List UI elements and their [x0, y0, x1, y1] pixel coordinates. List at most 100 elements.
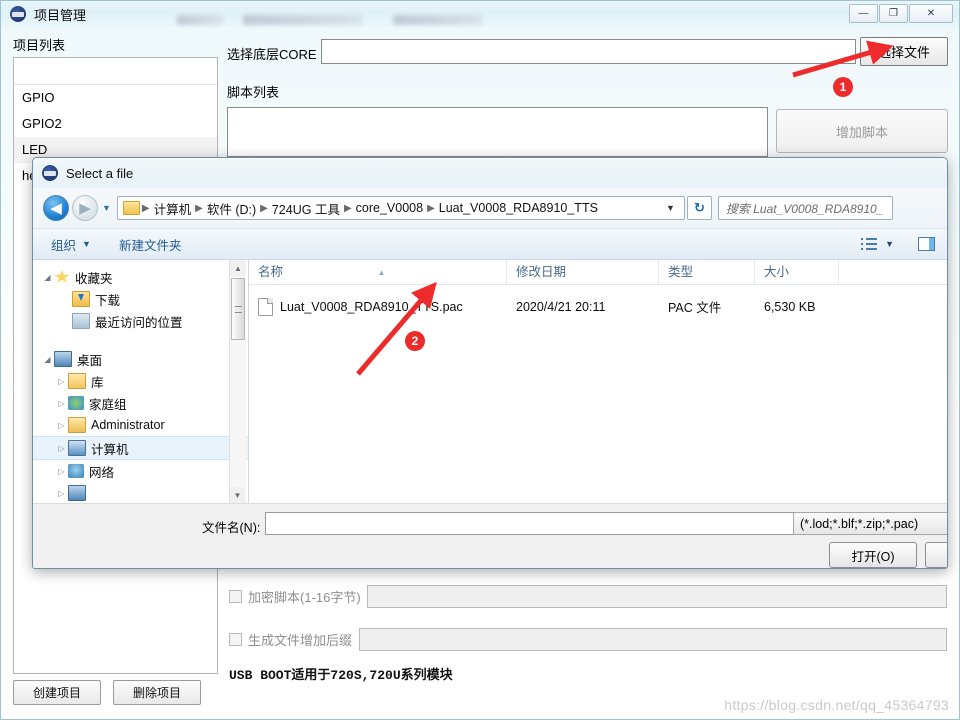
- tree-item-label: 家庭组: [89, 397, 127, 412]
- script-list[interactable]: [227, 107, 768, 157]
- maximize-button[interactable]: ❐: [879, 4, 908, 23]
- file-list-pane[interactable]: ▲ 名称 修改日期 类型 大小 Luat_V0008_RDA8910_TTS.p…: [249, 260, 947, 503]
- tree-item-libraries[interactable]: ▷ 库: [33, 370, 248, 392]
- suffix-checkbox[interactable]: [229, 633, 242, 646]
- filename-input[interactable]: ▼: [265, 512, 821, 535]
- choose-file-button[interactable]: 选择文件: [860, 37, 948, 66]
- tree-item-recent-places[interactable]: 最近访问的位置: [33, 310, 248, 332]
- open-button[interactable]: 打开(O): [829, 542, 917, 568]
- column-header-size[interactable]: 大小: [755, 260, 839, 284]
- list-item[interactable]: GPIO2: [14, 111, 217, 137]
- scrollbar-thumb[interactable]: [231, 278, 245, 340]
- breadcrumb[interactable]: ▶ 计算机 ▶ 软件 (D:) ▶ 724UG 工具 ▶ core_V0008 …: [116, 196, 685, 220]
- list-item[interactable]: GPIO: [14, 85, 217, 111]
- back-icon[interactable]: ◀: [43, 195, 69, 221]
- search-input[interactable]: 搜索 Luat_V0008_RDA8910_: [717, 196, 893, 220]
- folder-icon: [122, 201, 140, 215]
- tree-item-label: Administrator: [91, 418, 165, 432]
- file-type-filter[interactable]: (*.lod;*.blf;*.zip;*.pac): [793, 512, 947, 535]
- breadcrumb-item-4[interactable]: Luat_V0008_RDA8910_TTS: [435, 201, 602, 215]
- suffix-checkbox-row[interactable]: 生成文件增加后缀: [229, 630, 352, 649]
- breadcrumb-item-1[interactable]: 软件 (D:): [203, 199, 260, 218]
- dialog-title: Select a file: [66, 165, 134, 181]
- user-folder-icon: [68, 417, 86, 433]
- dialog-footer: 文件名(N): ▼ (*.lod;*.blf;*.zip;*.pac) 打开(O…: [33, 503, 947, 568]
- encrypt-key-input[interactable]: [367, 585, 947, 608]
- network-icon: [68, 464, 84, 478]
- encrypt-script-label: 加密脚本(1-16字节): [248, 590, 361, 605]
- organize-button[interactable]: 组织: [51, 235, 76, 254]
- create-project-button[interactable]: 创建项目: [13, 680, 101, 705]
- scroll-down-arrow-icon[interactable]: ▼: [230, 487, 245, 503]
- tree-scrollbar[interactable]: ▲ ▼: [229, 260, 246, 503]
- breadcrumb-separator: ▶: [141, 202, 150, 214]
- twisty-closed-icon[interactable]: ▷: [55, 399, 68, 408]
- column-header-modified[interactable]: 修改日期: [507, 260, 659, 284]
- twisty-closed-icon[interactable]: ▷: [55, 489, 68, 498]
- usb-boot-note: USB BOOT适用于720S,720U系列模块: [229, 668, 453, 683]
- new-folder-button[interactable]: 新建文件夹: [119, 235, 182, 254]
- view-mode-icon[interactable]: [861, 237, 878, 251]
- refresh-icon[interactable]: ↻: [686, 196, 712, 220]
- file-icon: [258, 297, 273, 316]
- column-header-name[interactable]: ▲ 名称: [249, 260, 507, 284]
- breadcrumb-item-0[interactable]: 计算机: [150, 199, 196, 218]
- file-name: Luat_V0008_RDA8910_TTS.pac: [280, 299, 463, 314]
- twisty-closed-icon[interactable]: ▷: [55, 467, 68, 476]
- breadcrumb-item-2[interactable]: 724UG 工具: [268, 199, 344, 218]
- chevron-down-icon[interactable]: ▼: [666, 203, 675, 213]
- script-list-label: 脚本列表: [227, 85, 280, 100]
- tree-item-label: 网络: [89, 465, 115, 480]
- scroll-up-arrow-icon[interactable]: ▲: [230, 260, 246, 276]
- file-type: PAC 文件: [668, 301, 722, 315]
- tree-item-homegroup[interactable]: ▷ 家庭组: [33, 392, 248, 414]
- library-icon: [68, 373, 86, 389]
- tree-item-desktop[interactable]: ◢ 桌面: [33, 348, 248, 370]
- minimize-button[interactable]: —: [849, 4, 878, 23]
- history-dropdown-icon[interactable]: ▼: [102, 203, 111, 213]
- tree-item-downloads[interactable]: 下载: [33, 288, 248, 310]
- twisty-closed-icon[interactable]: ▷: [55, 444, 68, 453]
- app-logo-icon: [42, 165, 58, 181]
- download-folder-icon: [72, 291, 90, 307]
- breadcrumb-separator: ▶: [343, 202, 352, 214]
- suffix-input[interactable]: [359, 628, 947, 651]
- chevron-down-icon[interactable]: ▼: [82, 239, 91, 249]
- titlebar-blurred-text-2: [243, 15, 363, 25]
- breadcrumb-separator: ▶: [260, 202, 268, 214]
- tree-item-label: 库: [91, 375, 104, 390]
- tree-item-label: 计算机: [91, 442, 129, 457]
- delete-project-button[interactable]: 删除项目: [113, 680, 201, 705]
- annotation-badge-1: 1: [833, 77, 853, 97]
- twisty-closed-icon[interactable]: ▷: [55, 421, 68, 430]
- column-header-type[interactable]: 类型: [659, 260, 755, 284]
- desktop-icon: [68, 485, 86, 501]
- chevron-down-icon[interactable]: ▼: [885, 239, 894, 249]
- table-row[interactable]: Luat_V0008_RDA8910_TTS.pac 2020/4/21 20:…: [249, 294, 947, 319]
- forward-icon[interactable]: ▶: [72, 195, 98, 221]
- encrypt-script-checkbox-row[interactable]: 加密脚本(1-16字节): [229, 587, 361, 606]
- cancel-button[interactable]: 取消: [925, 542, 947, 568]
- tree-item-partial[interactable]: ▷: [33, 482, 248, 503]
- select-file-dialog: Select a file ◀ ▶ ▼ ▶ 计算机 ▶ 软件 (D:) ▶ 72…: [32, 157, 948, 569]
- twisty-open-icon[interactable]: ◢: [41, 355, 54, 364]
- twisty-closed-icon[interactable]: ▷: [55, 377, 68, 386]
- preview-pane-icon[interactable]: [918, 237, 935, 251]
- tree-item-computer[interactable]: ▷ 计算机: [33, 436, 248, 460]
- list-item[interactable]: [14, 58, 217, 85]
- dialog-navigation-bar: ◀ ▶ ▼ ▶ 计算机 ▶ 软件 (D:) ▶ 724UG 工具 ▶ core_…: [33, 188, 947, 228]
- close-button[interactable]: ✕: [909, 4, 953, 23]
- app-title: 项目管理: [34, 7, 87, 23]
- encrypt-script-checkbox[interactable]: [229, 590, 242, 603]
- tree-item-administrator[interactable]: ▷ Administrator: [33, 414, 248, 436]
- navigation-tree[interactable]: ◢ 收藏夹 下载 最近访问的位置 ◢ 桌面 ▷ 库 ▷ 家庭组 ▷ Admini…: [33, 260, 249, 503]
- breadcrumb-item-3[interactable]: core_V0008: [352, 201, 427, 215]
- desktop-icon: [54, 351, 72, 367]
- tree-item-label: 桌面: [77, 353, 103, 368]
- tree-item-favorites[interactable]: ◢ 收藏夹: [33, 266, 248, 288]
- column-label: 名称: [258, 265, 284, 279]
- add-script-button[interactable]: 增加脚本: [776, 109, 948, 153]
- tree-item-network[interactable]: ▷ 网络: [33, 460, 248, 482]
- twisty-open-icon[interactable]: ◢: [41, 273, 54, 282]
- core-input[interactable]: [321, 39, 856, 64]
